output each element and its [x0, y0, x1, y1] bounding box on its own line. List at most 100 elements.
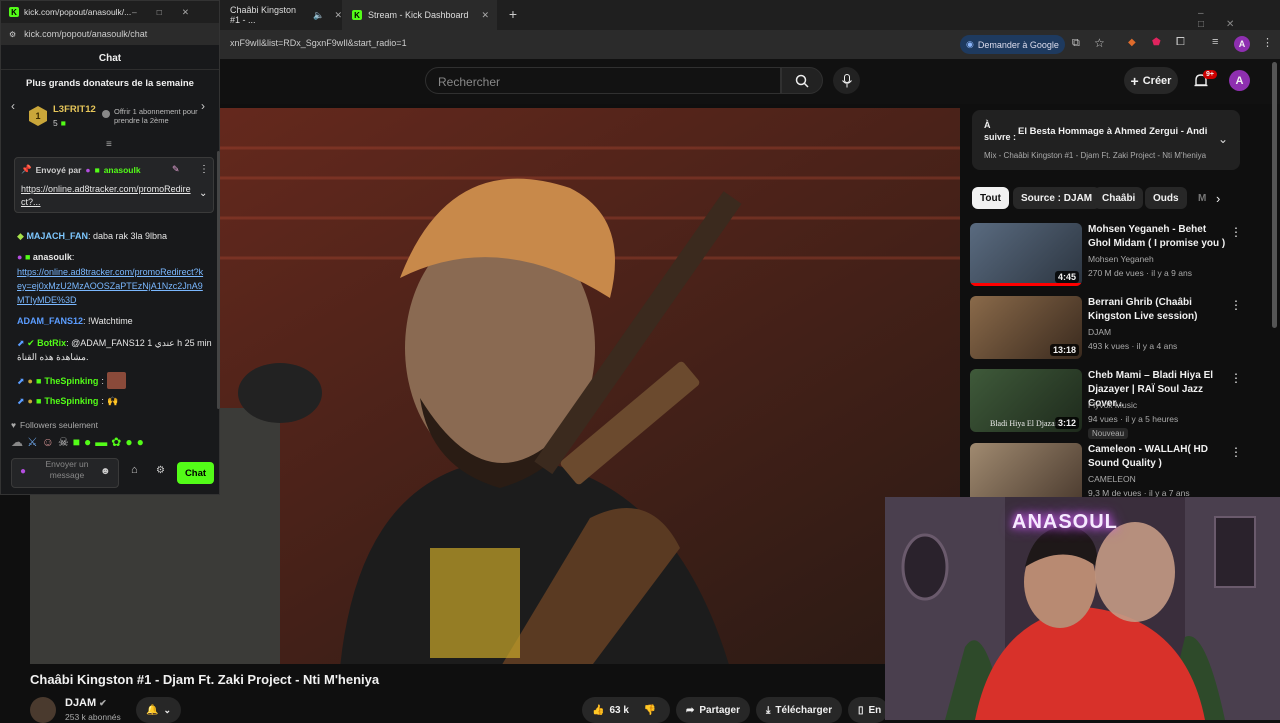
media-control-icon[interactable]: ≡	[1212, 36, 1218, 48]
chat-text: : !Watchtime	[83, 316, 133, 326]
share-label: Partager	[699, 704, 740, 716]
chip-all[interactable]: Tout	[972, 187, 1009, 209]
store-icon[interactable]: ⌂	[131, 464, 138, 476]
recommendation-card[interactable]: Bladi Hiya El Djazair 3:12 Cheb Mami – B…	[970, 369, 1250, 439]
bot-badge-icon: ⬈	[17, 375, 25, 386]
gear-icon[interactable]: ⚙	[156, 465, 165, 476]
chat-username[interactable]: TheSpinking	[44, 394, 98, 408]
popout-url[interactable]: kick.com/popout/anasoulk/chat	[24, 29, 147, 39]
download-button[interactable]: ⤓ Télécharger	[756, 697, 843, 723]
rank-badge-icon: ●	[27, 396, 33, 406]
chip-ouds[interactable]: Ouds	[1145, 187, 1187, 209]
emote-cash-icon[interactable]: ▬	[95, 435, 107, 449]
thumbs-down-icon[interactable]: 👎	[644, 705, 656, 716]
bookmark-star-icon[interactable]: ☆	[1094, 36, 1105, 50]
chip-source[interactable]: Source : DJAM	[1013, 187, 1101, 209]
pin-icon[interactable]: ✎	[172, 164, 180, 175]
channel-avatar[interactable]	[30, 697, 56, 723]
search-button[interactable]	[781, 67, 823, 94]
extensions-puzzle-icon[interactable]: ⧠	[1176, 36, 1185, 49]
emoji-icon[interactable]: ☻	[100, 466, 111, 477]
emote-blob-icon[interactable]: ●	[84, 435, 91, 449]
create-button[interactable]: + Créer	[1124, 67, 1178, 94]
chip-more[interactable]: M	[1190, 187, 1214, 209]
chat-link[interactable]: https://online.ad8tracker.com/promoRedir…	[17, 265, 207, 307]
pinned-link[interactable]: https://online.ad8tracker.com/promoRedir…	[21, 183, 193, 209]
popout-window-controls[interactable]: –□✕	[132, 7, 209, 18]
more-options-icon[interactable]: ⋮	[199, 164, 209, 175]
browser-menu-icon[interactable]: ⋮	[1262, 36, 1273, 49]
emote-cry-icon[interactable]: ●	[125, 435, 132, 449]
send-chat-button[interactable]: Chat	[177, 462, 214, 484]
chevron-left-icon[interactable]: ‹	[11, 99, 15, 113]
emote-cloud-icon[interactable]: ☁	[11, 435, 23, 449]
chevron-right-icon[interactable]: ›	[1216, 191, 1220, 206]
subscriber-count: 253 k abonnés	[65, 712, 121, 722]
account-avatar[interactable]: A	[1229, 70, 1250, 91]
emote-skull-icon[interactable]: ☠	[58, 435, 69, 449]
window-controls[interactable]: –□✕	[1198, 8, 1280, 30]
chevron-down-icon[interactable]: ⌄	[1218, 132, 1228, 146]
more-options-icon[interactable]: ⋮	[1230, 445, 1242, 459]
extension-shield-icon[interactable]: ⬟	[1152, 37, 1161, 48]
verified-badge-icon: ✔	[27, 338, 35, 348]
url-field[interactable]: xnF9wIl&list=RDx_SgxnF9wIl&start_radio=1	[230, 38, 407, 48]
audio-icon: 🔈	[313, 9, 325, 20]
chat-input[interactable]: ● Envoyer un message ☻	[11, 458, 119, 488]
site-settings-icon[interactable]: ⚙	[9, 30, 16, 39]
collapse-icon[interactable]: ≡	[106, 139, 112, 150]
recommendation-card[interactable]: 4:45 Mohsen Yeganeh - Behet Ghol Midam (…	[970, 223, 1250, 293]
close-icon[interactable]: ✕	[481, 10, 489, 21]
like-button[interactable]: 👍 63 k 👎	[582, 697, 670, 723]
recommendation-card[interactable]: 13:18 Berrani Ghrib (Chaâbi Kingston Liv…	[970, 296, 1250, 366]
voice-search-button[interactable]	[833, 67, 860, 94]
popout-address-bar: ⚙ kick.com/popout/anasoulk/chat	[1, 23, 219, 45]
save-button[interactable]: ▯ En	[848, 697, 888, 723]
chat-username[interactable]: MAJACH_FAN	[26, 231, 88, 241]
chat-username[interactable]: anasoulk	[33, 252, 72, 262]
close-icon[interactable]: ✕	[334, 10, 342, 21]
donor-name[interactable]: L3FRIT12	[53, 104, 96, 115]
more-options-icon[interactable]: ⋮	[1230, 298, 1242, 312]
recommendation-meta: 94 vues · il y a 5 heures	[1088, 414, 1179, 424]
install-icon[interactable]: ⧉	[1072, 37, 1080, 50]
more-options-icon[interactable]: ⋮	[1230, 225, 1242, 239]
chat-message: ⬈ ✔ BotRix: @ADAM_FANS12 1 عندي h 25 min…	[17, 336, 215, 364]
channel-name[interactable]: DJAM ✔	[65, 697, 107, 709]
kick-chat-popout: K kick.com/popout/anasoulk/... –□✕ ⚙ kic…	[0, 0, 220, 495]
tab-kick-dashboard[interactable]: K Stream - Kick Dashboard ✕	[342, 0, 497, 30]
search-icon	[795, 74, 809, 88]
emote-laugh-icon[interactable]: ●	[137, 435, 144, 449]
donor-count: 5 ■	[53, 118, 66, 128]
emote-kick-icon[interactable]: ■	[73, 435, 80, 449]
new-tab-button[interactable]: +	[505, 6, 521, 22]
donor-count-value: 5	[53, 118, 58, 128]
gift-sub-icon	[102, 110, 110, 118]
emote-face-icon[interactable]: ☺	[42, 435, 54, 449]
bot-badge-icon: ⬈	[17, 338, 25, 348]
recommendation-meta: 270 M de vues · il y a 9 ans	[1088, 268, 1192, 278]
chat-username[interactable]: ADAM_FANS12	[17, 316, 83, 326]
extension-fox-icon[interactable]: ◆	[1128, 37, 1136, 48]
emote-sword-icon[interactable]: ⚔	[27, 435, 38, 449]
page-scrollbar[interactable]	[1272, 62, 1277, 328]
chat-username[interactable]: BotRix	[37, 338, 66, 348]
chat-username[interactable]: TheSpinking	[44, 374, 98, 388]
next-up-prefix-line2: suivre :	[984, 132, 1017, 142]
search-input[interactable]: Rechercher	[425, 67, 781, 94]
share-button[interactable]: ➦ Partager	[676, 697, 750, 723]
next-up-panel[interactable]: À suivre : El Besta Hommage à Ahmed Zerg…	[972, 110, 1240, 170]
emote-alien-icon[interactable]: ✿	[111, 435, 121, 449]
subscribe-bell-button[interactable]: 🔔 ⌄	[136, 697, 181, 723]
chevron-down-icon[interactable]: ⌄	[199, 188, 207, 199]
pinned-message[interactable]: 📌 Envoyé par ● ■ anasoulk ✎ ⋮ https://on…	[14, 157, 214, 213]
recommendation-channel: Mohsen Yeganeh	[1088, 254, 1154, 264]
browser-profile-avatar[interactable]: A	[1234, 36, 1250, 52]
plus-icon: +	[1130, 72, 1139, 89]
translate-button[interactable]: ◉ Demander à Google	[960, 35, 1065, 54]
tab-youtube[interactable]: Chaâbi Kingston #1 - ... 🔈 ✕	[220, 0, 342, 30]
more-options-icon[interactable]: ⋮	[1230, 371, 1242, 385]
donor-offer[interactable]: Offrir 1 abonnement pour prendre la 2ème	[114, 107, 204, 125]
chat-scrollbar[interactable]	[217, 151, 220, 409]
chip-chaabi[interactable]: Chaâbi	[1094, 187, 1144, 209]
